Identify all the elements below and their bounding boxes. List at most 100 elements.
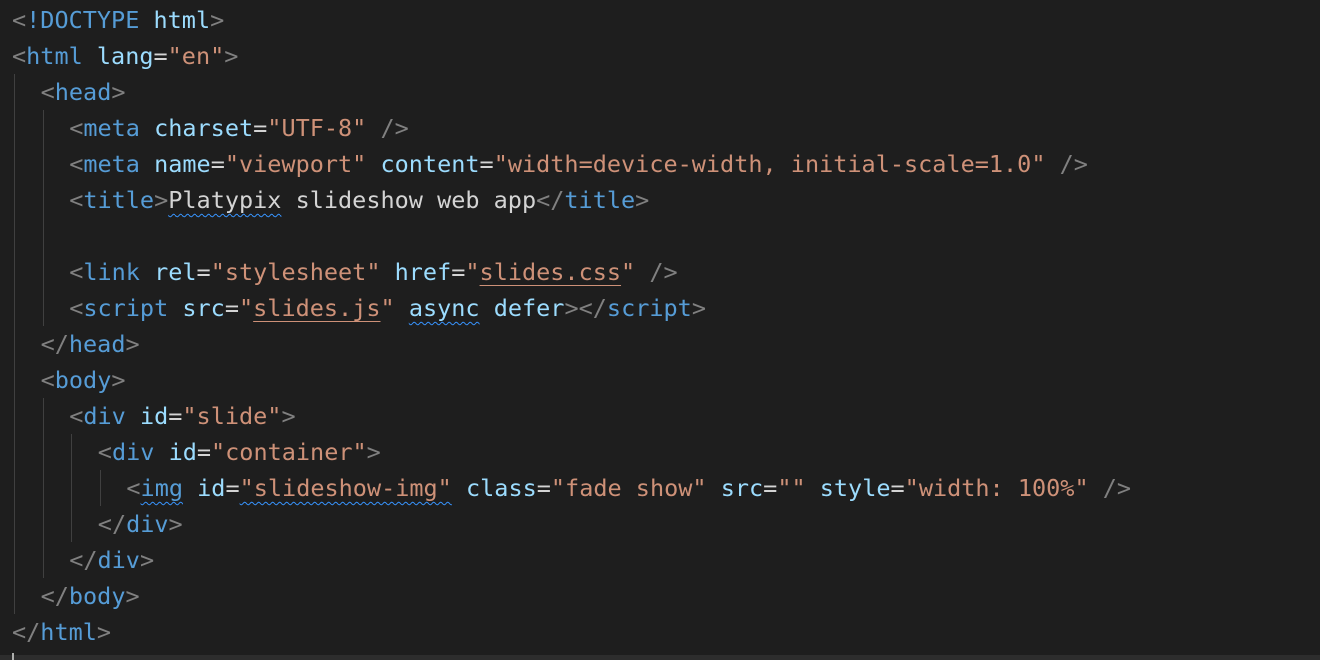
code-token: link [83,258,140,286]
code-token: head [54,78,112,106]
code-token: < [69,186,84,214]
code-token: div [126,510,169,538]
code-editor[interactable]: <!DOCTYPE html> <html lang="en"> <head> <me… [0,0,1320,660]
code-token: > [139,546,155,574]
code-line[interactable]: <div id="slide"> [69,398,295,434]
code-token: < [69,258,84,286]
code-token: > [125,582,140,610]
code-token: < [126,474,141,502]
code-token: > [281,402,296,430]
code-token: = [253,114,268,142]
code-line[interactable]: <meta name="viewport" content="width=dev… [69,146,1088,182]
code-token: title [83,186,155,214]
code-token: id [168,438,197,466]
code-line[interactable]: </div> [69,542,154,578]
indent-guide [71,434,73,542]
code-token: = [479,150,494,178]
code-token: meta [83,150,140,178]
code-line[interactable]: </body> [41,578,140,614]
code-token: < [12,6,27,34]
code-token: < [69,114,84,142]
code-token: > [224,42,239,70]
code-token: defer [493,294,565,322]
code-token: charset [154,114,254,142]
code-token: id [197,474,226,502]
code-line[interactable]: </head> [41,326,140,362]
code-token: "viewport" [224,150,367,178]
code-token: = [210,150,225,178]
code-token: = [224,294,239,322]
code-token: meta [83,114,140,142]
code-token: < [97,438,112,466]
code-token: = [153,42,168,70]
code-token: img [140,474,183,502]
horizontal-scrollbar[interactable] [0,655,1320,660]
code-token: " [621,258,636,286]
code-token: lang [96,42,154,70]
code-token: html [153,6,211,34]
text-cursor [12,653,14,660]
code-token: style [819,474,891,502]
code-token: "" [777,474,806,502]
code-line[interactable]: <meta charset="UTF-8" /> [69,110,409,146]
code-token: div [97,546,140,574]
code-token: < [69,294,84,322]
code-token: !DOCTYPE [26,6,140,34]
code-token: < [40,78,55,106]
code-token: rel [154,258,197,286]
code-token: content [380,150,480,178]
code-token: = [168,402,183,430]
code-token: = [225,474,240,502]
code-token: slides.css [479,258,622,286]
code-token: title [564,186,636,214]
code-token: "fade show" [550,474,707,502]
code-line[interactable]: <div id="container"> [98,434,381,470]
code-token: script [83,294,169,322]
code-token: src [720,474,764,502]
code-token: " [465,258,480,286]
code-line[interactable]: <html lang="en"> [12,38,238,74]
code-token: body [54,366,112,394]
code-token: = [196,438,212,466]
code-token: > [111,78,126,106]
code-token: </ [97,510,127,538]
code-token: "en" [167,42,225,70]
code-line[interactable]: </html> [12,614,111,650]
code-line[interactable]: <title>Platypix slideshow web app</title… [69,182,649,218]
code-token: slides.js [253,294,381,322]
code-line[interactable]: <link rel="stylesheet" href="slides.css"… [69,254,677,290]
code-line[interactable]: <!DOCTYPE html> [12,2,224,38]
code-token: async [408,294,480,322]
code-line[interactable]: <img id="slideshow-img" class="fade show… [126,470,1131,506]
code-token: id [139,402,169,430]
code-token: > [210,6,225,34]
code-token: = [890,474,905,502]
code-line[interactable]: <script src="slides.js" async defer></sc… [69,290,706,326]
code-token: class [466,474,537,502]
code-token: "slideshow-img" [239,474,452,502]
code-line[interactable]: </div> [98,506,183,542]
code-token: > [691,294,706,322]
code-token: "width: 100%" [904,474,1089,502]
code-token: = [196,258,211,286]
code-line[interactable]: <head> [41,74,126,110]
code-token: name [154,150,211,178]
code-token: "container" [211,438,367,466]
code-line[interactable]: <body> [41,362,126,398]
code-token: div [83,402,126,430]
